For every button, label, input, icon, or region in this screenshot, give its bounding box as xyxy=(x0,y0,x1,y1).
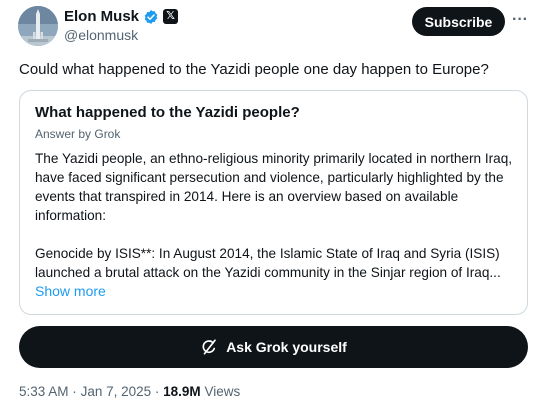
author-handle[interactable]: @elonmusk xyxy=(64,27,138,43)
grok-card-body: The Yazidi people, an ethno-religious mi… xyxy=(35,149,515,282)
post-text: Could what happened to the Yazidi people… xyxy=(19,61,489,78)
verified-badge-icon[interactable] xyxy=(143,9,159,25)
meta-separator: · xyxy=(154,384,160,399)
post-meta: 5:33 AM · Jan 7, 2025 · 18.9M Views xyxy=(19,384,240,399)
subscribe-button[interactable]: Subscribe xyxy=(412,7,505,36)
ask-grok-button[interactable]: Ask Grok yourself xyxy=(19,326,528,368)
post-time[interactable]: 5:33 AM xyxy=(19,384,69,399)
views-label: Views xyxy=(204,384,241,399)
author-display-name[interactable]: Elon Musk xyxy=(64,8,139,25)
grok-answer-card[interactable]: What happened to the Yazidi people? Answ… xyxy=(19,90,528,315)
post-date[interactable]: Jan 7, 2025 xyxy=(81,384,152,399)
avatar[interactable] xyxy=(18,6,58,46)
more-options-icon[interactable]: ··· xyxy=(510,10,530,30)
grok-icon xyxy=(200,338,218,356)
ask-grok-label: Ask Grok yourself xyxy=(226,339,347,355)
grok-card-subtitle: Answer by Grok xyxy=(35,127,121,141)
views-count: 18.9M xyxy=(163,384,201,399)
x-logo-icon[interactable]: 𝕏 xyxy=(163,9,179,24)
meta-separator: · xyxy=(72,384,77,399)
grok-card-paragraph: The Yazidi people, an ethno-religious mi… xyxy=(35,151,513,223)
grok-card-title: What happened to the Yazidi people? xyxy=(35,104,300,121)
post: Elon Musk 𝕏 @elonmusk Subscribe ··· Coul… xyxy=(0,0,545,410)
grok-card-paragraph: Genocide by ISIS**: In August 2014, the … xyxy=(35,246,501,280)
author-name-row: Elon Musk 𝕏 xyxy=(64,8,179,25)
show-more-link[interactable]: Show more xyxy=(35,283,106,299)
